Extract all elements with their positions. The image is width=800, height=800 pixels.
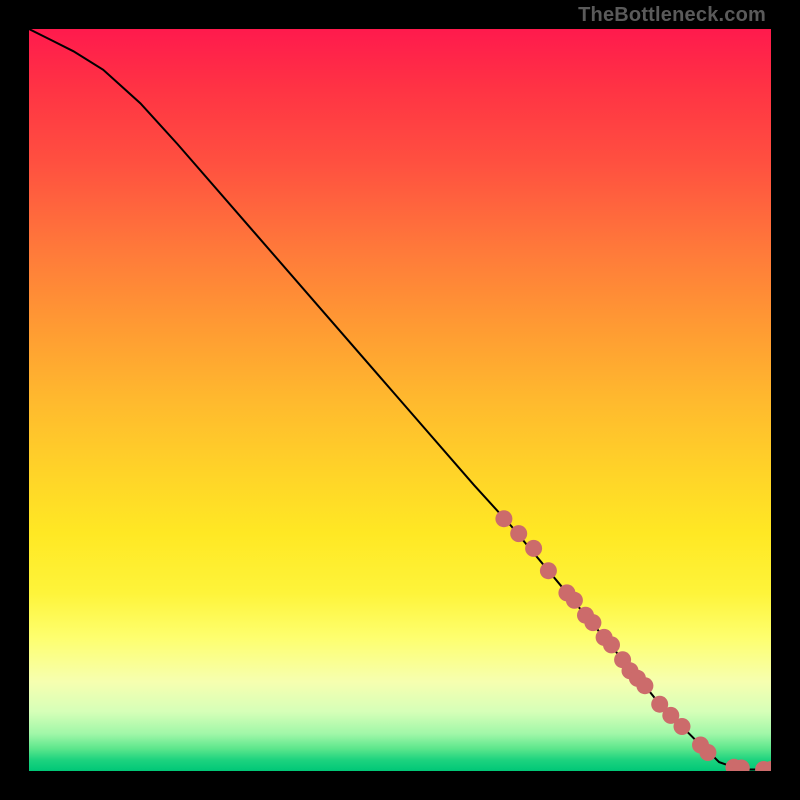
data-point [674, 718, 691, 735]
chart-frame [27, 27, 773, 773]
watermark-text: TheBottleneck.com [578, 4, 766, 27]
data-point [584, 614, 601, 631]
data-point [525, 540, 542, 557]
data-point [566, 592, 583, 609]
curve-line [29, 29, 771, 770]
data-point [510, 525, 527, 542]
data-point [495, 510, 512, 527]
data-point [699, 744, 716, 761]
data-point [540, 562, 557, 579]
chart-svg [29, 29, 771, 771]
data-point [603, 636, 620, 653]
marker-group [495, 510, 771, 771]
data-point [636, 677, 653, 694]
